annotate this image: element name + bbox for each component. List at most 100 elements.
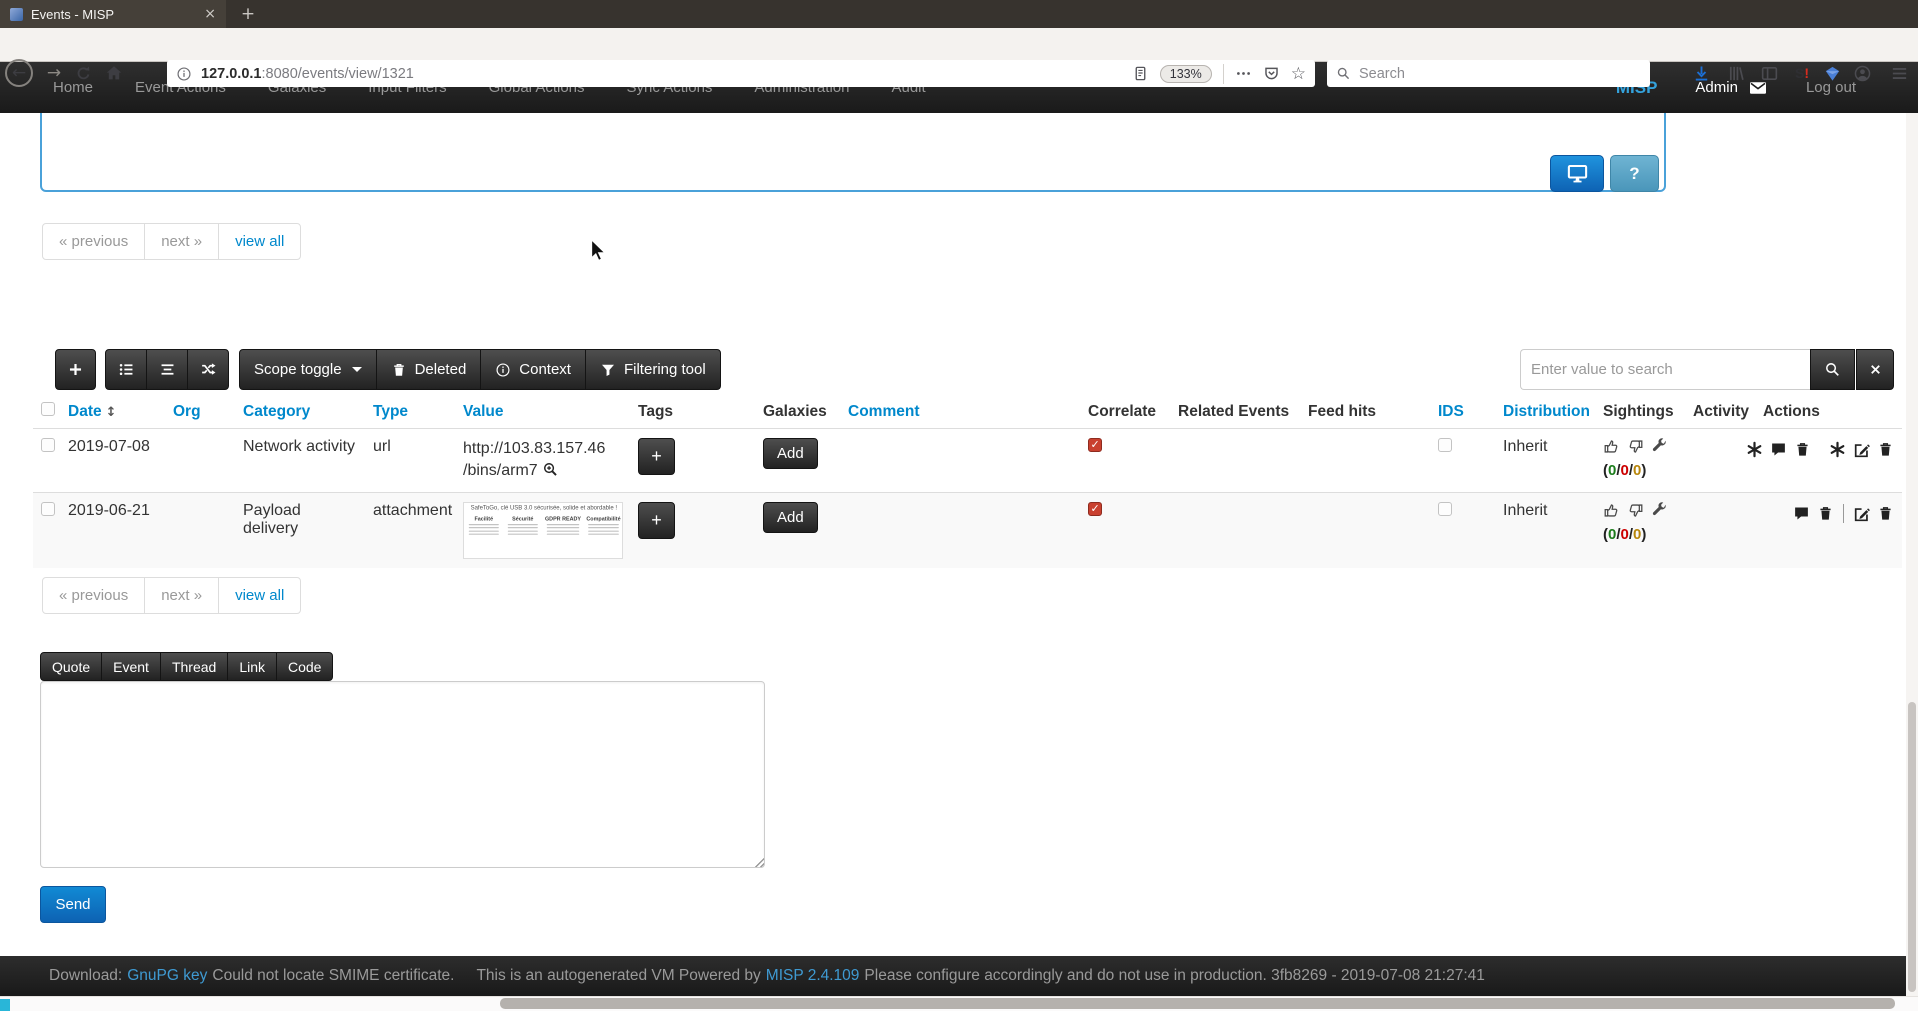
- back-button[interactable]: ←: [5, 59, 33, 87]
- wrench-icon[interactable]: [1651, 438, 1668, 455]
- col-header-category[interactable]: Category: [235, 395, 365, 429]
- thumbs-down-icon[interactable]: [1627, 502, 1644, 519]
- sidebar-icon[interactable]: [1759, 63, 1779, 83]
- view-all-button[interactable]: view all: [218, 224, 300, 259]
- thumbs-up-icon[interactable]: [1603, 502, 1620, 519]
- row-checkbox[interactable]: [41, 502, 55, 516]
- context-button[interactable]: Context: [480, 349, 586, 390]
- bookmark-star-icon[interactable]: ☆: [1291, 64, 1306, 84]
- trash-icon[interactable]: [1877, 441, 1894, 458]
- col-header-org[interactable]: Org: [165, 395, 235, 429]
- page-actions-icon[interactable]: [1235, 65, 1252, 82]
- tab-link[interactable]: Link: [227, 652, 277, 681]
- wrench-icon[interactable]: [1651, 502, 1668, 519]
- view-all-button[interactable]: view all: [218, 578, 300, 613]
- col-header-distribution[interactable]: Distribution: [1495, 395, 1595, 429]
- value-lookup-icon[interactable]: [542, 461, 559, 478]
- add-galaxy-button[interactable]: Add: [763, 502, 818, 533]
- shuffle-button[interactable]: [187, 349, 229, 390]
- asterisk-icon[interactable]: [1746, 441, 1763, 458]
- footer-smime-text: Could not locate SMIME certificate.: [212, 967, 454, 985]
- trash-icon[interactable]: [1817, 505, 1834, 522]
- feed-hits-cell: [1300, 493, 1430, 569]
- correlate-checkbox[interactable]: [1088, 502, 1102, 516]
- scope-toggle-button[interactable]: Scope toggle: [239, 349, 377, 390]
- pagination-bottom: « previous next » view all: [42, 577, 301, 614]
- sightings-counts: (0/0/0): [1603, 526, 1677, 543]
- attribute-search-input[interactable]: [1531, 361, 1800, 378]
- col-header-ids[interactable]: IDS: [1430, 395, 1495, 429]
- correlate-checkbox[interactable]: [1088, 438, 1102, 452]
- asterisk-icon[interactable]: [1829, 441, 1846, 458]
- edit-icon[interactable]: [1853, 505, 1870, 522]
- add-attribute-button[interactable]: [55, 349, 96, 390]
- ids-checkbox[interactable]: [1438, 502, 1452, 516]
- filtering-tool-button[interactable]: Filtering tool: [585, 349, 721, 390]
- trash-icon[interactable]: [1794, 441, 1811, 458]
- tab-close-icon[interactable]: ×: [204, 6, 216, 22]
- attribute-search-clear-button[interactable]: [1856, 349, 1894, 390]
- comment-icon[interactable]: [1770, 441, 1787, 458]
- add-tag-button[interactable]: +: [638, 438, 675, 475]
- scrapbook-icon[interactable]: S!: [1792, 63, 1812, 83]
- previous-page-button[interactable]: « previous: [43, 578, 144, 613]
- row-checkbox[interactable]: [41, 438, 55, 452]
- library-icon[interactable]: [1726, 63, 1746, 83]
- thumbs-down-icon[interactable]: [1627, 438, 1644, 455]
- horizontal-scrollbar-thumb[interactable]: [500, 998, 1895, 1009]
- site-info-icon[interactable]: [176, 66, 192, 82]
- pocket-icon[interactable]: [1263, 65, 1280, 82]
- forward-button[interactable]: →: [42, 61, 66, 85]
- misp-version-link[interactable]: MISP 2.4.109: [766, 967, 860, 985]
- edit-icon[interactable]: [1853, 441, 1870, 458]
- view-mode-group: [105, 349, 229, 390]
- extension-icon[interactable]: [1822, 63, 1842, 83]
- tab-thread[interactable]: Thread: [160, 652, 228, 681]
- firefox-search-box[interactable]: [1327, 60, 1650, 87]
- next-page-button[interactable]: next »: [144, 578, 218, 613]
- attribute-search-button[interactable]: [1810, 349, 1855, 390]
- list-view-button[interactable]: [105, 349, 147, 390]
- home-button[interactable]: [103, 62, 125, 84]
- col-header-type[interactable]: Type: [365, 395, 455, 429]
- help-button[interactable]: ?: [1610, 155, 1659, 192]
- gnupg-key-link[interactable]: GnuPG key: [127, 967, 207, 985]
- vertical-scrollbar-thumb[interactable]: [1908, 702, 1916, 992]
- account-icon[interactable]: [1852, 63, 1872, 83]
- add-tag-button[interactable]: +: [638, 502, 675, 539]
- send-button[interactable]: Send: [40, 886, 106, 923]
- zoom-level-badge[interactable]: 133%: [1160, 65, 1212, 83]
- tab-quote[interactable]: Quote: [40, 652, 102, 681]
- col-header-comment[interactable]: Comment: [840, 395, 1080, 429]
- thumbs-up-icon[interactable]: [1603, 438, 1620, 455]
- screenshot-button[interactable]: [1550, 155, 1604, 192]
- previous-page-button[interactable]: « previous: [43, 224, 144, 259]
- footer: Download: GnuPG key Could not locate SMI…: [0, 956, 1918, 996]
- refresh-button[interactable]: [72, 62, 94, 84]
- toolbar-divider: [1223, 64, 1224, 84]
- url-bar[interactable]: 127.0.0.1:8080/events/view/1321 133% ☆: [167, 60, 1315, 87]
- trash-icon[interactable]: [1877, 505, 1894, 522]
- select-all-checkbox[interactable]: [41, 402, 55, 416]
- comment-icon[interactable]: [1793, 505, 1810, 522]
- deleted-button[interactable]: Deleted: [376, 349, 482, 390]
- col-header-correlate: Correlate: [1080, 395, 1170, 429]
- tab-code[interactable]: Code: [276, 652, 333, 681]
- comment-textarea[interactable]: [41, 682, 764, 867]
- col-header-date[interactable]: Date↕: [60, 395, 165, 429]
- attachment-thumbnail[interactable]: SafeToGo, clé USB 3.0 sécurisée, solide …: [463, 502, 623, 559]
- search-input[interactable]: [1359, 66, 1641, 82]
- next-page-button[interactable]: next »: [144, 224, 218, 259]
- add-galaxy-button[interactable]: Add: [763, 438, 818, 469]
- ids-checkbox[interactable]: [1438, 438, 1452, 452]
- tab-event[interactable]: Event: [101, 652, 161, 681]
- col-header-value[interactable]: Value: [455, 395, 630, 429]
- menu-icon[interactable]: [1889, 63, 1909, 83]
- browser-tab[interactable]: Events - MISP ×: [0, 0, 226, 28]
- misp-favicon: [10, 8, 23, 21]
- reader-mode-icon[interactable]: [1132, 65, 1149, 82]
- downloads-icon[interactable]: [1691, 63, 1711, 83]
- pagination-top: « previous next » view all: [42, 223, 301, 260]
- compact-view-button[interactable]: [146, 349, 188, 390]
- new-tab-button[interactable]: +: [234, 0, 262, 28]
